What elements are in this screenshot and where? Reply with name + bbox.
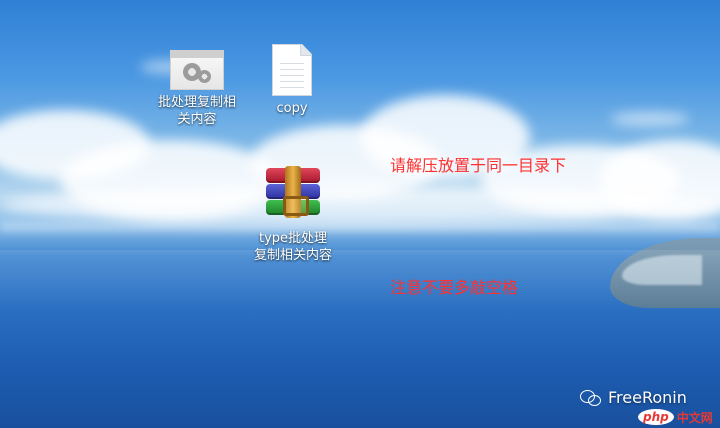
- desktop-icon-label: 批处理复制相 关内容: [157, 95, 236, 127]
- annotation-no-extra-spaces: 注意不要多敲空格: [390, 278, 519, 297]
- desktop-icon-label: copy: [276, 101, 308, 116]
- desktop-icon-archive[interactable]: type批处理 复制相关内容: [238, 166, 348, 264]
- php-site-name: 中文网: [676, 410, 713, 425]
- wechat-icon: [580, 389, 602, 407]
- batch-file-icon: [170, 50, 224, 90]
- desktop-background: [0, 0, 720, 428]
- watermark: FreeRonin: [580, 388, 687, 407]
- winrar-archive-icon: [264, 166, 322, 218]
- desktop-icon-copy[interactable]: copy: [252, 44, 332, 117]
- desktop-icon-label: type批处理 复制相关内容: [253, 231, 332, 263]
- watermark-text: FreeRonin: [608, 388, 687, 407]
- cloud: [0, 185, 720, 225]
- desktop-icon-batch[interactable]: 批处理复制相 关内容: [144, 50, 250, 128]
- cloud: [610, 112, 690, 126]
- text-file-icon: [272, 44, 312, 96]
- horizon: [0, 222, 720, 232]
- site-badge: php 中文网: [638, 406, 720, 428]
- php-logo: php: [638, 409, 674, 425]
- annotation-extract-same-folder: 请解压放置于同一目录下: [390, 156, 567, 175]
